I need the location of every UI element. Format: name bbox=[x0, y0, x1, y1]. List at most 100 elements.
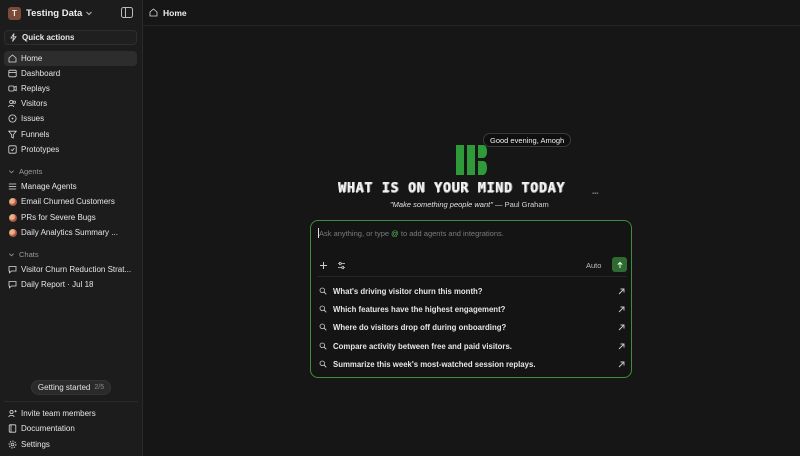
arrow-up-right-icon bbox=[618, 343, 625, 349]
replay-icon bbox=[8, 85, 17, 92]
home-icon bbox=[149, 8, 158, 17]
placeholder-text: Ask anything, or type bbox=[319, 229, 390, 238]
workspace-switcher[interactable]: T Testing Data bbox=[8, 5, 93, 21]
sidebar-item-label: Settings bbox=[21, 440, 50, 449]
workspace-name: Testing Data bbox=[26, 7, 83, 19]
agent-avatar-icon bbox=[8, 228, 17, 237]
search-icon bbox=[319, 360, 327, 368]
arrow-up-right-icon bbox=[618, 288, 625, 294]
suggestion-text: Compare activity between free and paid v… bbox=[333, 341, 512, 351]
getting-started-label: Getting started bbox=[37, 383, 91, 392]
getting-started-count: 2/5 bbox=[94, 384, 105, 391]
sidebar-item-label: Issues bbox=[21, 114, 45, 123]
top-bar: Home bbox=[143, 0, 800, 26]
sidebar: T Testing Data Quick actions Home Dashbo… bbox=[0, 0, 143, 456]
sidebar-item-dashboard[interactable]: Dashboard bbox=[4, 66, 137, 81]
decorative-dots: ▪▪▪ bbox=[592, 191, 599, 197]
suggestion-text: Summarize this week's most-watched sessi… bbox=[333, 359, 536, 369]
sidebar-item-settings[interactable]: Settings bbox=[4, 437, 137, 452]
funnel-icon bbox=[8, 130, 17, 139]
quote-author: — Paul Graham bbox=[494, 200, 549, 209]
suggestion-item[interactable]: What's driving visitor churn this month? bbox=[319, 284, 625, 298]
book-icon bbox=[8, 424, 17, 433]
suggestion-text: Which features have the highest engageme… bbox=[333, 304, 506, 314]
placeholder-mention: @ bbox=[391, 229, 399, 238]
sidebar-item-agent[interactable]: Email Churned Customers bbox=[4, 194, 137, 209]
chevron-down-icon bbox=[86, 11, 93, 16]
sidebar-divider bbox=[4, 401, 138, 402]
sidebar-item-agent[interactable]: PRs for Severe Bugs bbox=[4, 210, 137, 225]
sidebar-item-documentation[interactable]: Documentation bbox=[4, 421, 137, 436]
composer-divider bbox=[317, 276, 627, 277]
sidebar-item-label: Manage Agents bbox=[21, 182, 77, 191]
suggestion-text: What's driving visitor churn this month? bbox=[333, 286, 483, 296]
plus-icon[interactable] bbox=[319, 261, 328, 270]
sidebar-item-label: Funnels bbox=[21, 130, 50, 139]
arrow-up-right-icon bbox=[618, 306, 625, 312]
chats-section-title: Chats bbox=[19, 249, 39, 259]
list-settings-icon bbox=[8, 183, 17, 190]
suggestion-item[interactable]: Where do visitors drop off during onboar… bbox=[319, 320, 625, 334]
sidebar-item-label: Prototypes bbox=[21, 145, 60, 154]
sidebar-item-label: Daily Analytics Summary ... bbox=[21, 228, 118, 237]
sidebar-item-invite[interactable]: Invite team members bbox=[4, 406, 137, 421]
agents-section-header[interactable]: Agents bbox=[8, 166, 42, 176]
sidebar-item-label: Visitors bbox=[21, 99, 48, 108]
bolt-icon bbox=[10, 33, 17, 42]
home-icon bbox=[8, 54, 17, 63]
suggestion-item[interactable]: Which features have the highest engageme… bbox=[319, 302, 625, 316]
dashboard-icon bbox=[8, 69, 17, 78]
quick-actions-button[interactable]: Quick actions bbox=[4, 30, 137, 45]
arrow-up-right-icon bbox=[618, 361, 625, 367]
sidebar-item-manage-agents[interactable]: Manage Agents bbox=[4, 179, 137, 194]
page-title: Home bbox=[163, 7, 187, 18]
sidebar-item-label: Dashboard bbox=[21, 69, 61, 78]
suggestion-item[interactable]: Compare activity between free and paid v… bbox=[319, 339, 625, 353]
suggestion-item[interactable]: Summarize this week's most-watched sessi… bbox=[319, 357, 625, 371]
chevron-down-icon bbox=[9, 169, 14, 173]
sidebar-item-home[interactable]: Home bbox=[4, 51, 137, 66]
chevron-down-icon bbox=[9, 252, 14, 256]
visitors-icon bbox=[8, 99, 16, 108]
quote: "Make something people want" — Paul Grah… bbox=[390, 200, 549, 209]
sidebar-item-label: Replays bbox=[21, 84, 50, 93]
sidebar-item-replays[interactable]: Replays bbox=[4, 81, 137, 96]
sidebar-item-chat[interactable]: Visitor Churn Reduction Strat... bbox=[4, 262, 137, 277]
sidebar-item-label: Visitor Churn Reduction Strat... bbox=[21, 265, 132, 274]
mode-selector[interactable]: Auto bbox=[586, 261, 601, 270]
send-button[interactable] bbox=[612, 257, 627, 272]
search-icon bbox=[319, 305, 327, 313]
chats-section-header[interactable]: Chats bbox=[8, 249, 39, 259]
sidebar-item-funnels[interactable]: Funnels bbox=[4, 127, 137, 142]
sidebar-item-chat[interactable]: Daily Report · Jul 18 bbox=[4, 277, 137, 292]
sidebar-item-label: Daily Report · Jul 18 bbox=[21, 280, 94, 289]
sidebar-item-label: Home bbox=[21, 54, 43, 63]
getting-started-button[interactable]: Getting started 2/5 bbox=[31, 380, 111, 395]
sidebar-toggle-icon[interactable] bbox=[121, 7, 133, 18]
sidebar-item-visitors[interactable]: Visitors bbox=[4, 96, 137, 111]
prototype-icon bbox=[8, 145, 17, 154]
suggestion-text: Where do visitors drop off during onboar… bbox=[333, 322, 507, 332]
sidebar-item-issues[interactable]: Issues bbox=[4, 111, 137, 126]
greeting-bubble: Good evening, Amogh bbox=[483, 133, 572, 147]
agent-avatar-icon bbox=[8, 197, 17, 206]
headline: WHAT IS ON YOUR MIND TODAY bbox=[338, 180, 565, 196]
workspace-avatar: T bbox=[8, 6, 21, 20]
search-icon bbox=[319, 323, 327, 331]
quote-text: "Make something people want" bbox=[390, 200, 493, 209]
sidebar-item-agent[interactable]: Daily Analytics Summary ... bbox=[4, 225, 137, 240]
agents-section-title: Agents bbox=[19, 166, 43, 176]
sidebar-item-prototypes[interactable]: Prototypes bbox=[4, 142, 137, 157]
sidebar-item-label: Email Churned Customers bbox=[21, 197, 115, 206]
issues-icon bbox=[8, 114, 17, 123]
sidebar-item-label: PRs for Severe Bugs bbox=[21, 213, 96, 222]
sidebar-item-label: Documentation bbox=[21, 424, 75, 433]
prompt-input[interactable]: Ask anything, or type @ to add agents an… bbox=[319, 229, 504, 238]
gear-icon bbox=[8, 440, 17, 449]
add-user-icon bbox=[8, 409, 17, 418]
chat-icon bbox=[8, 281, 17, 289]
search-icon bbox=[319, 342, 327, 350]
arrow-up-icon bbox=[616, 261, 623, 268]
sliders-icon[interactable] bbox=[337, 261, 346, 270]
arrow-up-right-icon bbox=[618, 324, 625, 330]
